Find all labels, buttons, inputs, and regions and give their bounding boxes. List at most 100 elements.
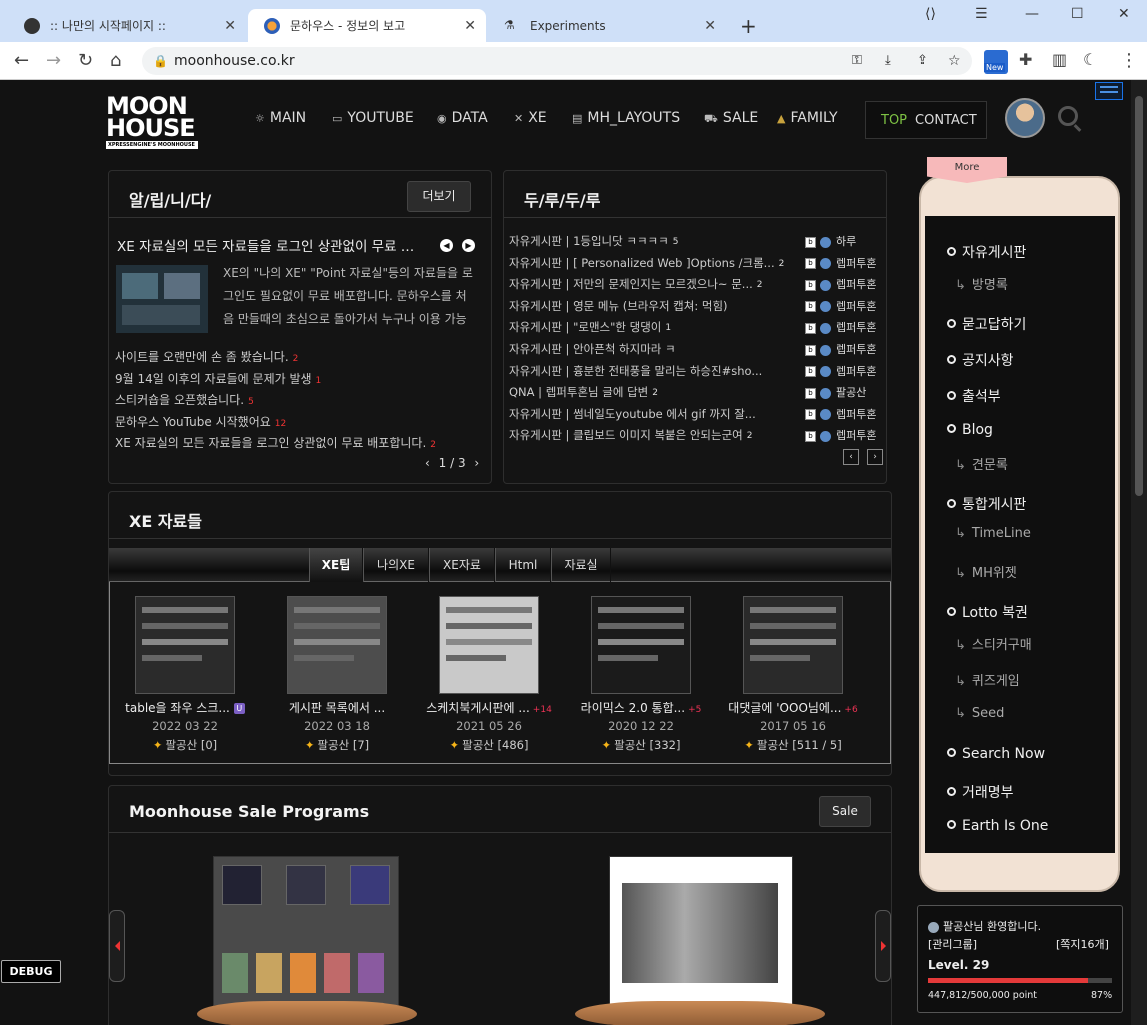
sidebar-subitem[interactable]: MH위젯	[955, 562, 1017, 581]
slide-prev-button[interactable]	[109, 910, 125, 982]
board-row[interactable]: 자유게시판 | 영문 메뉴 (브라우저 캡쳐: 먹힘) b 렙퍼투혼	[509, 298, 879, 314]
card-title[interactable]: 게시판 목록에서 ...	[261, 699, 413, 716]
new-tab-button[interactable]: +	[740, 14, 757, 38]
nav-data[interactable]: ◉ DATA	[437, 110, 488, 126]
nav-family[interactable]: ▲ FAMILY	[777, 110, 838, 126]
notice-item[interactable]: 문하우스 YouTube 시작했어요 12	[115, 413, 286, 430]
search-icon[interactable]	[1058, 106, 1078, 126]
sidebar-subitem[interactable]: 퀴즈게임	[955, 670, 1020, 689]
url-input[interactable]: 🔒 moonhouse.co.kr ⚿ ⤓ ⇪ ☆	[142, 47, 972, 75]
xe-card[interactable]: 라이믹스 2.0 통합... +5 2020 12 22 ✦ 팔공산 [332]	[565, 596, 717, 753]
tab-archive[interactable]: 자료실	[551, 548, 611, 582]
sidebar-item[interactable]: 묻고답하기	[947, 314, 1026, 334]
home-icon[interactable]: ⌂	[110, 50, 121, 71]
maximize-button[interactable]: ☐	[1071, 6, 1084, 22]
card-title[interactable]: 대댓글에 'OOO님에... +6	[717, 699, 869, 716]
site-logo[interactable]: MOON HOUSE XPRESSENGINE'S MOONHOUSE	[106, 94, 198, 149]
prev-icon[interactable]: ◀	[440, 239, 453, 252]
card-thumbnail[interactable]	[135, 596, 235, 694]
prev-page-button[interactable]: ‹	[843, 449, 859, 465]
minimize-button[interactable]: —	[1025, 6, 1039, 22]
install-icon[interactable]: ⤓	[885, 47, 891, 75]
sidebar-item[interactable]: 공지사항	[947, 350, 1014, 370]
sale-product-image[interactable]	[609, 856, 793, 1006]
nav-youtube[interactable]: ▭ YOUTUBE	[332, 110, 414, 126]
sidepanel-icon[interactable]: ▥	[1052, 50, 1067, 69]
sale-button[interactable]: Sale	[819, 796, 871, 827]
more-button[interactable]: 더보기	[407, 181, 471, 212]
xe-card[interactable]: table을 좌우 스크... U 2022 03 22 ✦ 팔공산 [0]	[109, 596, 261, 753]
chevron-left-icon[interactable]: ‹	[425, 456, 430, 470]
next-icon[interactable]: ▶	[462, 239, 475, 252]
notice-item[interactable]: XE 자료실의 모든 자료들을 로그인 상관없이 무료 배포합니다. 2	[115, 434, 436, 451]
key-icon[interactable]: ⚿	[852, 47, 862, 75]
sidebar-item[interactable]: Search Now	[947, 746, 1045, 762]
board-row-author[interactable]: b 렙퍼투혼	[805, 341, 876, 357]
forward-icon[interactable]: →	[46, 50, 61, 71]
board-row[interactable]: 자유게시판 | 안아픈척 하지마라 ㅋ b 렙퍼투혼	[509, 341, 879, 357]
extension-new-icon[interactable]: New	[984, 50, 1008, 74]
card-thumbnail[interactable]	[439, 596, 539, 694]
chevron-right-icon[interactable]: ›	[474, 456, 479, 470]
board-row[interactable]: 자유게시판 | "로맨스"한 댕댕이 1 b 렙퍼투혼	[509, 319, 879, 335]
menu-box-icon[interactable]: ☰	[975, 6, 988, 22]
board-row-author[interactable]: b 렙퍼투혼	[805, 255, 876, 271]
sidebar-item[interactable]: 출석부	[947, 386, 1001, 406]
hamburger-icon[interactable]	[1095, 82, 1123, 100]
sidebar-item[interactable]: Earth Is One	[947, 818, 1048, 834]
browser-tab-experiments[interactable]: ⚗ Experiments ✕	[488, 9, 726, 42]
browser-tab-moonhouse[interactable]: 문하우스 - 정보의 보고 ✕	[248, 9, 486, 42]
notice-item[interactable]: 스티커숍을 오픈했습니다. 5	[115, 391, 254, 408]
board-row[interactable]: 자유게시판 | 1등입니닷 ㅋㅋㅋㅋ 5 b 하루	[509, 233, 879, 249]
card-thumbnail[interactable]	[591, 596, 691, 694]
sidebar-subitem[interactable]: TimeLine	[955, 526, 1031, 541]
board-row-author[interactable]: b 하루	[805, 233, 856, 249]
card-title[interactable]: 라이믹스 2.0 통합... +5	[565, 699, 717, 716]
notice-item[interactable]: 사이트를 오랜만에 손 좀 봤습니다. 2	[115, 348, 298, 365]
sidebar-item[interactable]: Lotto 복권	[947, 602, 1028, 622]
tab-xe-tip[interactable]: XE팁	[309, 548, 363, 582]
extension-icon[interactable]: ⟨⟩	[925, 6, 936, 22]
xe-card[interactable]: 스케치북게시판에 ... +14 2021 05 26 ✦ 팔공산 [486]	[413, 596, 565, 753]
board-row[interactable]: 자유게시판 | 흉분한 전태풍을 말리는 하승진#sho... b 렙퍼투혼	[509, 363, 879, 379]
sidebar-subitem[interactable]: Seed	[955, 706, 1005, 721]
card-title[interactable]: 스케치북게시판에 ... +14	[413, 699, 565, 716]
notice-item[interactable]: 9월 14일 이후의 자료들에 문제가 발생 1	[115, 370, 321, 387]
board-row[interactable]: 자유게시판 | 썸네일도youtube 에서 gif 까지 잘... b 렙퍼투혼	[509, 406, 879, 422]
puzzle-icon[interactable]: ✚	[1019, 50, 1032, 69]
board-row-author[interactable]: b 렙퍼투혼	[805, 363, 876, 379]
nav-main[interactable]: ☼ MAIN	[255, 110, 306, 126]
sidebar-subitem[interactable]: 방명록	[955, 274, 1008, 293]
close-icon[interactable]: ✕	[704, 18, 716, 34]
window-close-button[interactable]: ✕	[1118, 6, 1130, 22]
close-icon[interactable]: ✕	[464, 18, 476, 34]
tab-html[interactable]: Html	[495, 548, 551, 582]
card-thumbnail[interactable]	[287, 596, 387, 694]
nav-sale[interactable]: ⛟ SALE	[704, 110, 758, 127]
board-row-author[interactable]: b 렙퍼투혼	[805, 298, 876, 314]
avatar[interactable]	[1005, 98, 1045, 138]
card-title[interactable]: table을 좌우 스크... U	[109, 699, 261, 716]
share-icon[interactable]: ⇪	[917, 47, 928, 75]
nav-mh-layouts[interactable]: ▤ MH_LAYOUTS	[572, 110, 680, 126]
board-row[interactable]: 자유게시판 | [ Personalized Web ]Options /크롬.…	[509, 255, 879, 271]
board-row-author[interactable]: b 렙퍼투혼	[805, 319, 876, 335]
board-row-author[interactable]: b 팔공산	[805, 384, 866, 400]
xe-card[interactable]: 대댓글에 'OOO님에... +6 2017 05 16 ✦ 팔공산 [511 / 5]	[717, 596, 869, 753]
close-icon[interactable]: ✕	[224, 18, 236, 34]
debug-button[interactable]: DEBUG	[1, 960, 61, 983]
sidebar-item[interactable]: 자유게시판	[947, 242, 1026, 262]
notice-headline[interactable]: XE 자료실의 모든 자료들을 로그인 상관없이 무료 …	[117, 235, 414, 255]
xe-card[interactable]: 게시판 목록에서 ... 2022 03 18 ✦ 팔공산 [7]	[261, 596, 413, 753]
board-row[interactable]: 자유게시판 | 저만의 문제인지는 모르겠으나~ 문... 2 b 렙퍼투혼	[509, 276, 879, 292]
notice-thumbnail[interactable]	[116, 265, 208, 333]
sidebar-item[interactable]: 통합게시판	[947, 494, 1026, 514]
sidebar-item[interactable]: 거래명부	[947, 782, 1014, 802]
back-icon[interactable]: ←	[14, 50, 29, 71]
sidebar-subitem[interactable]: 견문록	[955, 454, 1008, 473]
board-row-author[interactable]: b 렙퍼투혼	[805, 276, 876, 292]
slide-next-button[interactable]	[875, 910, 891, 982]
sale-product-image[interactable]	[213, 856, 399, 1006]
card-thumbnail[interactable]	[743, 596, 843, 694]
moon-icon[interactable]: ☾	[1083, 50, 1097, 69]
